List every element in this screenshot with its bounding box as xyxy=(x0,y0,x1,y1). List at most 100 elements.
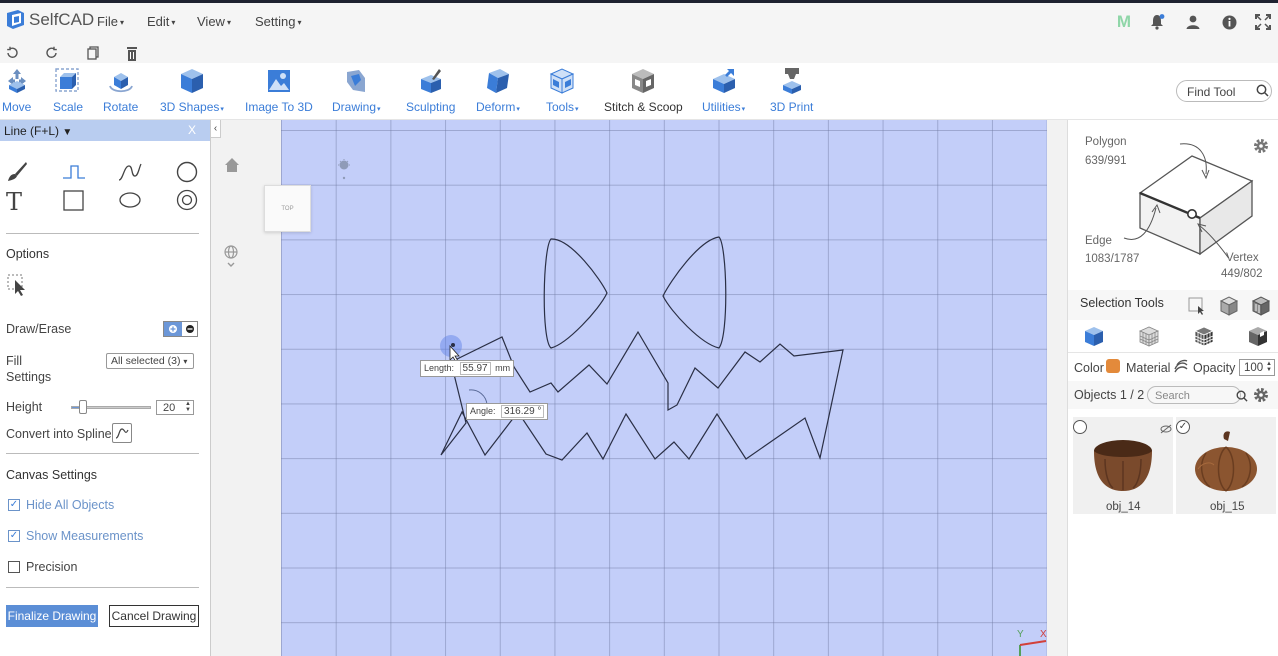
info-icon[interactable] xyxy=(1219,12,1239,32)
tool-tools[interactable]: Tools▾ xyxy=(546,66,579,114)
material-label: Material xyxy=(1126,361,1171,375)
tool-move[interactable]: Move xyxy=(2,66,31,114)
erase-mode-icon[interactable] xyxy=(182,322,197,336)
close-panel-button[interactable]: X xyxy=(188,123,196,137)
user-avatar-badge[interactable]: M xyxy=(1114,12,1134,32)
convert-spline-button[interactable] xyxy=(112,423,132,443)
object-select-radio[interactable] xyxy=(1073,420,1087,434)
tool-stitch-scoop[interactable]: Stitch & Scoop xyxy=(604,66,683,114)
divider xyxy=(6,587,199,588)
tool-deform[interactable]: Deform▾ xyxy=(476,66,520,114)
cursor-point[interactable] xyxy=(451,343,455,347)
select-cursor-icon[interactable] xyxy=(7,274,29,301)
drawing-overlay xyxy=(440,236,844,461)
object-card-obj-15[interactable]: ✓ xyxy=(1176,417,1276,514)
object-name: obj_15 xyxy=(1210,501,1245,513)
color-swatch[interactable] xyxy=(1106,359,1120,373)
ring-tool-icon[interactable] xyxy=(176,189,198,216)
hide-all-objects-checkbox[interactable]: ✓ Hide All Objects xyxy=(8,498,114,512)
notifications-bell-icon[interactable] xyxy=(1147,12,1167,32)
pumpkin-thumbnail xyxy=(1195,431,1257,492)
user-profile-icon[interactable] xyxy=(1183,12,1203,32)
panel-header: Line (F+L) ▼ X xyxy=(0,120,210,141)
home-view-icon[interactable] xyxy=(224,157,240,178)
brush-tool-icon[interactable] xyxy=(6,160,28,187)
stitch-scoop-icon xyxy=(629,66,657,96)
menu-bar xyxy=(0,3,1278,43)
edge-label: Edge xyxy=(1085,235,1112,247)
menu-setting[interactable]: Setting ▾ xyxy=(255,14,302,29)
length-measurement-tooltip[interactable]: Length: 55.97 mm xyxy=(420,360,515,377)
height-value-input[interactable]: 20 ▲ ▼ xyxy=(156,400,194,415)
angle-measurement-tooltip[interactable]: Angle: 316.29 ° xyxy=(466,403,549,420)
menu-view[interactable]: View ▾ xyxy=(197,14,231,29)
text-tool-icon[interactable]: T xyxy=(6,188,22,216)
tool-3d-print[interactable]: 3D Print xyxy=(770,66,813,114)
objects-gear-icon[interactable] xyxy=(1252,386,1270,409)
tool-rotate[interactable]: Rotate xyxy=(103,66,138,114)
right-eye-shape[interactable] xyxy=(662,236,727,349)
tool-sculpting[interactable]: Sculpting xyxy=(406,66,455,114)
spline-tool-icon[interactable] xyxy=(118,162,142,187)
draw-mode-icon[interactable] xyxy=(164,322,182,336)
rotate-icon xyxy=(107,66,135,96)
polyline-tool-icon[interactable] xyxy=(62,164,86,185)
app-logo[interactable]: SelfCAD xyxy=(4,9,94,31)
objects-search-icon[interactable] xyxy=(1236,389,1248,407)
vertex-count: 449/802 xyxy=(1221,268,1263,280)
objects-search-input[interactable]: Search xyxy=(1147,386,1241,404)
draw-erase-toggle[interactable] xyxy=(163,321,198,337)
mesh-cube-icon[interactable] xyxy=(1193,325,1215,352)
deform-icon xyxy=(484,66,512,96)
left-eye-shape[interactable] xyxy=(543,238,608,349)
fullscreen-icon[interactable] xyxy=(1253,12,1273,32)
shaded-cube-icon[interactable] xyxy=(1247,325,1269,352)
height-label: Height xyxy=(6,400,43,414)
hidden-eye-icon[interactable] xyxy=(1160,421,1172,439)
collapse-panel-chevron-icon[interactable]: ‹ xyxy=(211,120,221,138)
opacity-input[interactable]: 100 ▲ ▼ xyxy=(1239,359,1275,376)
tool-drawing[interactable]: Drawing▾ xyxy=(332,66,381,114)
show-measurements-checkbox[interactable]: ✓ Show Measurements xyxy=(8,529,143,543)
search-icon[interactable] xyxy=(1256,84,1269,102)
tool-3d-shapes[interactable]: 3D Shapes▾ xyxy=(160,66,224,114)
menu-file[interactable]: File ▾ xyxy=(97,14,124,29)
history-bar xyxy=(0,43,1278,63)
fill-settings-dropdown[interactable]: All selected (3) ▾ xyxy=(106,353,194,369)
box-select-icon[interactable] xyxy=(1188,297,1206,320)
solid-cube-view-icon[interactable] xyxy=(1083,325,1105,352)
orbit-globe-icon[interactable] xyxy=(223,244,239,273)
object-selected-check-icon[interactable]: ✓ xyxy=(1176,420,1190,434)
spline-icon xyxy=(115,428,129,439)
object-card-obj-14[interactable] xyxy=(1073,417,1173,514)
mouth-polyline[interactable] xyxy=(440,330,844,461)
finalize-drawing-button[interactable]: Finalize Drawing xyxy=(6,605,98,627)
image-icon xyxy=(266,66,292,96)
wireframe-cube-icon[interactable] xyxy=(1138,325,1160,352)
divider xyxy=(6,233,199,234)
selfcad-logo-icon xyxy=(7,10,24,29)
material-swirl-icon[interactable] xyxy=(1174,359,1188,378)
move-icon xyxy=(3,66,31,96)
tool-scale[interactable]: Scale xyxy=(53,66,83,114)
precision-checkbox[interactable]: Precision xyxy=(8,560,77,574)
tool-image-to-3d[interactable]: Image To 3D xyxy=(245,66,313,114)
objects-count-label: Objects 1 / 2 xyxy=(1074,388,1145,402)
utilities-icon xyxy=(710,66,738,96)
drawing-icon xyxy=(343,66,369,96)
checkbox-check-icon: ✓ xyxy=(8,499,20,511)
panel-title[interactable]: Line (F+L) ▼ xyxy=(4,124,72,138)
ellipse-tool-icon[interactable] xyxy=(119,192,141,213)
draw-erase-label: Draw/Erase xyxy=(6,322,72,336)
color-label: Color xyxy=(1074,361,1104,375)
rectangle-tool-icon[interactable] xyxy=(63,190,84,216)
convert-spline-label: Convert into Spline xyxy=(6,427,112,441)
select-faces-icon[interactable] xyxy=(1219,296,1239,321)
height-slider-handle[interactable] xyxy=(79,400,87,414)
select-object-icon[interactable] xyxy=(1251,296,1271,321)
tool-utilities[interactable]: Utilities▾ xyxy=(702,66,745,114)
cancel-drawing-button[interactable]: Cancel Drawing xyxy=(109,605,199,627)
circle-tool-icon[interactable] xyxy=(176,161,198,188)
printer-nozzle-icon xyxy=(779,66,805,96)
menu-edit[interactable]: Edit ▾ xyxy=(147,14,175,29)
